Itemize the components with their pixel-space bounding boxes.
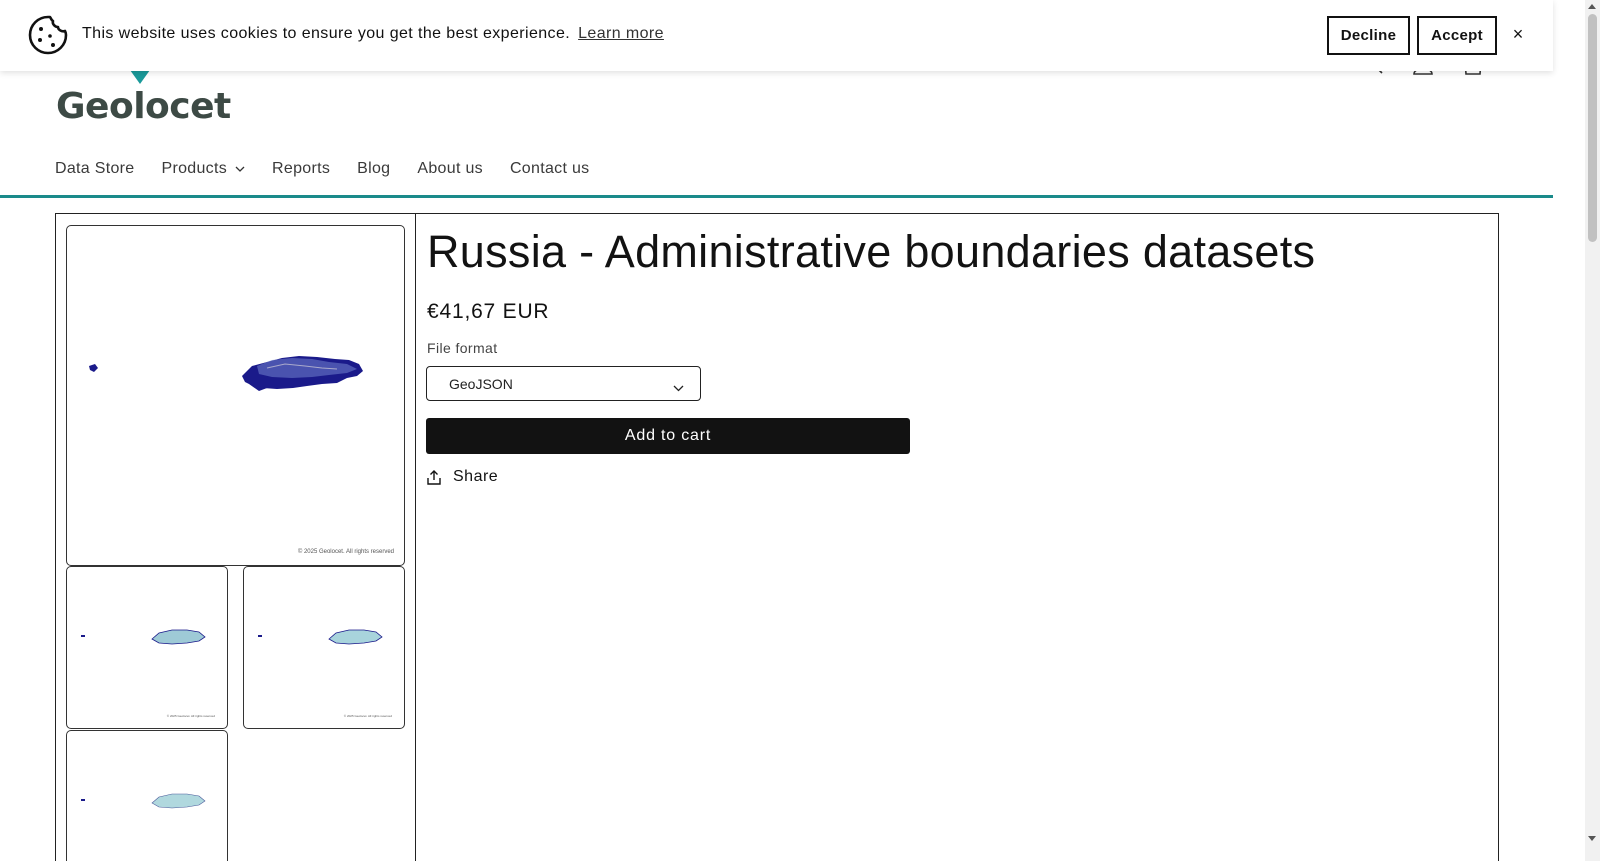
russia-map-image <box>89 356 363 391</box>
file-format-value: GeoJSON <box>449 375 513 392</box>
nav-about-us[interactable]: About us <box>417 160 483 178</box>
close-icon[interactable]: × <box>1509 24 1527 46</box>
product-thumbnail[interactable]: © 2025 Geolocet. All rights reserved <box>66 566 228 729</box>
image-copyright: © 2025 Geolocet. All rights reserved <box>343 714 392 718</box>
cookie-icon <box>27 14 69 56</box>
product-thumbnail[interactable]: © 2025 Geolocet. All rights reserved <box>243 566 405 729</box>
scroll-down-arrow-icon[interactable] <box>1588 836 1596 841</box>
image-copyright: © 2025 Geolocet. All rights reserved <box>297 549 394 555</box>
page-scrollbar[interactable] <box>1585 0 1600 861</box>
cookie-banner: This website uses cookies to ensure you … <box>0 0 1553 71</box>
nav-label: Contact us <box>509 160 590 177</box>
russia-map-thumbnail <box>81 793 206 809</box>
nav-label: Data Store <box>55 160 135 177</box>
nav-label: About us <box>417 160 483 177</box>
learn-more-link[interactable]: Learn more <box>578 25 664 42</box>
scrollbar-thumb[interactable] <box>1588 14 1597 242</box>
nav-label: Reports <box>272 160 331 177</box>
share-label: Share <box>453 468 499 485</box>
nav-reports[interactable]: Reports <box>272 160 330 178</box>
accept-button[interactable]: Accept <box>1417 16 1497 55</box>
russia-map-thumbnail <box>81 629 206 645</box>
share-icon <box>427 469 441 485</box>
chevron-down-icon <box>235 166 245 172</box>
nav-products[interactable]: Products <box>161 160 245 178</box>
site-logo[interactable]: Geolocet <box>56 68 236 132</box>
product-main-image[interactable]: © 2025 Geolocet. All rights reserved <box>66 225 405 566</box>
chevron-down-icon <box>673 379 684 395</box>
product-thumbnail[interactable] <box>66 730 228 861</box>
header-divider <box>0 195 1553 198</box>
logo-text: Geolocet <box>56 86 231 127</box>
product-info-panel <box>415 213 1499 861</box>
logo-pin-mark <box>130 70 150 84</box>
add-to-cart-button[interactable]: Add to cart <box>426 418 910 454</box>
share-button[interactable]: Share <box>427 468 498 486</box>
scroll-up-arrow-icon[interactable] <box>1588 4 1596 9</box>
nav-contact-us[interactable]: Contact us <box>510 160 589 178</box>
decline-button[interactable]: Decline <box>1327 16 1410 55</box>
file-format-select[interactable]: GeoJSON <box>426 366 701 401</box>
cookie-message: This website uses cookies to ensure you … <box>82 25 664 43</box>
nav-blog[interactable]: Blog <box>357 160 390 178</box>
cookie-message-text: This website uses cookies to ensure you … <box>82 25 571 42</box>
nav-data-store[interactable]: Data Store <box>55 160 134 178</box>
product-title: Russia - Administrative boundaries datas… <box>427 226 1316 277</box>
file-format-label: File format <box>427 340 498 356</box>
main-nav: Data Store Products Reports Blog About u… <box>55 160 616 178</box>
nav-label: Blog <box>357 160 391 177</box>
image-copyright: © 2025 Geolocet. All rights reserved <box>166 714 215 718</box>
product-price: €41,67 EUR <box>427 300 550 323</box>
nav-label: Products <box>161 160 228 177</box>
russia-map-thumbnail <box>258 629 383 645</box>
